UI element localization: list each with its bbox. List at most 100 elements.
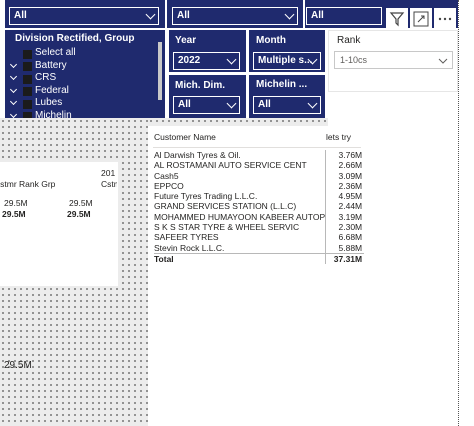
table-row[interactable]: Al Darwish Tyres & Oil. 3.76M — [154, 150, 364, 161]
division-item-select-all[interactable]: Select all — [7, 47, 157, 60]
customer-name-cell: Future Tyres Trading L.L.C. — [154, 191, 327, 202]
mich-dim-slicer: Mich. Dim. All — [169, 75, 246, 118]
customer-name-cell: Al Darwish Tyres & Oil. — [154, 150, 327, 161]
customer-name-cell: Cash5 — [154, 170, 327, 181]
checkbox[interactable] — [23, 74, 32, 84]
left-table-cell: 29.5M — [4, 360, 32, 371]
header-divider — [153, 147, 361, 148]
total-value: 37.31M — [325, 252, 365, 265]
division-item-label: Select all — [35, 47, 76, 58]
customer-name-cell: GRAND SERVICES STATION (L.L.C) — [154, 201, 327, 212]
checkbox[interactable] — [23, 112, 32, 118]
chevron-down-icon — [145, 9, 156, 20]
focus-mode-button[interactable] — [410, 8, 432, 30]
left-table-card: Cstmr Rank Grp 201 Cstmr 29.5M 29.5M 29.… — [0, 162, 118, 371]
division-scrollbar[interactable] — [158, 42, 162, 100]
canvas-right-border — [458, 0, 459, 426]
customer-table-header-value: lets try — [326, 132, 352, 142]
division-slicer-title: Division Rectified, Group — [15, 33, 135, 44]
customer-name-cell: EPPCO — [154, 180, 327, 192]
checkbox[interactable] — [23, 99, 32, 109]
left-table-total-cell: 29.5M — [67, 209, 91, 219]
chevron-down-icon — [438, 58, 448, 64]
top-slicer-2-value: All — [177, 10, 190, 21]
table-row[interactable]: Future Tyres Trading L.L.C. 4.95M — [154, 191, 364, 202]
division-item-label: CRS — [35, 72, 57, 83]
division-item-crs[interactable]: CRS — [7, 72, 157, 85]
division-item-federal[interactable]: Federal — [7, 85, 157, 98]
michelin-dropdown[interactable]: All — [253, 96, 321, 114]
table-row[interactable]: SAFEER TYRES 6.68M — [154, 232, 364, 243]
division-slicer: Division Rectified, Group Select all Bat… — [5, 30, 165, 118]
month-slicer-title: Month — [256, 35, 286, 46]
more-options-icon — [438, 17, 452, 21]
division-item-battery[interactable]: Battery — [7, 60, 157, 73]
total-row: Total 37.31M — [154, 252, 365, 265]
table-row[interactable]: AL ROSTAMANI AUTO SERVICE CENT 2.66M — [154, 160, 364, 171]
customer-value-cell: 3.19M — [338, 211, 363, 222]
customer-name-cell: Stevin Rock L.L.C. — [154, 242, 327, 254]
division-item-michelin[interactable]: Michelin — [7, 110, 157, 118]
total-label: Total — [154, 252, 327, 265]
table-row[interactable]: Stevin Rock L.L.C. 5.88M — [154, 242, 364, 254]
expand-chevron-icon[interactable] — [9, 110, 18, 118]
customer-value-cell: 5.88M — [338, 242, 363, 253]
rank-dropdown[interactable]: 1-10cs — [334, 51, 453, 69]
top-slicer-3-value: All — [311, 10, 324, 21]
month-slicer: Month Multiple s... — [249, 30, 325, 72]
left-table-cell: 29.5M — [69, 198, 93, 208]
expand-chevron-icon[interactable] — [9, 60, 18, 68]
division-item-label: Federal — [35, 84, 69, 96]
customer-table: Al Darwish Tyres & Oil. 3.76M AL ROSTAMANI… — [154, 150, 365, 265]
chevron-down-icon — [226, 54, 237, 65]
filter-button[interactable] — [386, 8, 408, 30]
michelin-slicer-title: Michelin ... — [256, 79, 308, 90]
table-row[interactable]: EPPCO 2.36M — [154, 180, 364, 192]
year-slicer: Year 2022 — [169, 30, 246, 72]
expand-chevron-icon[interactable] — [9, 97, 18, 106]
table-row[interactable]: S K S STAR TYRE & WHEEL SERVIC 2.30M — [154, 222, 364, 233]
top-slicer-3-dropdown[interactable]: All — [306, 7, 382, 25]
division-item-label: Lubes — [35, 97, 63, 108]
customer-value-cell: 2.66M — [338, 160, 363, 171]
division-item-lubes[interactable]: Lubes — [7, 97, 157, 110]
top-slicer-2-dropdown[interactable]: All — [172, 7, 298, 25]
customer-value-cell: 2.36M — [338, 180, 363, 191]
rank-value: 1-10cs — [340, 55, 368, 65]
customer-name-cell: AL ROSTAMANI AUTO SERVICE CENT — [154, 160, 327, 171]
michelin-slicer: Michelin ... All — [249, 75, 325, 118]
mich-dim-value: All — [178, 99, 191, 110]
division-item-label: Battery — [35, 59, 67, 71]
mich-dim-dropdown[interactable]: All — [173, 96, 240, 114]
checkbox[interactable] — [23, 62, 32, 71]
table-row[interactable]: MOHAMMED HUMAYOON KABEER AUTOP 3.19M — [154, 211, 364, 223]
customer-value-cell: 6.68M — [338, 232, 363, 243]
customer-value-cell: 2.44M — [338, 201, 363, 212]
left-table-cell: 29.5M — [4, 198, 28, 208]
rank-slicer-title: Rank — [337, 35, 361, 46]
table-row[interactable]: Cash5 3.09M — [154, 170, 364, 181]
expand-chevron-icon[interactable] — [9, 72, 18, 81]
table-row[interactable]: GRAND SERVICES STATION (L.L.C) 2.44M — [154, 201, 364, 212]
more-options-button[interactable] — [434, 8, 456, 30]
michelin-value: All — [258, 99, 271, 110]
top-slicer-1-dropdown[interactable]: All — [9, 7, 159, 25]
chevron-down-icon — [284, 9, 295, 20]
customer-value-cell: 3.76M — [338, 150, 363, 160]
customer-table-card: Customer Name lets try Al Darwish Tyres … — [148, 126, 458, 426]
customer-name-cell: SAFEER TYRES — [154, 232, 327, 243]
division-list: Select all Battery CRS Federal Lubes Mic… — [7, 47, 157, 118]
top-slicer-1-value: All — [14, 10, 27, 21]
expand-chevron-icon[interactable] — [9, 85, 18, 93]
customer-name-cell: MOHAMMED HUMAYOON KABEER AUTOP — [154, 211, 327, 223]
checkbox[interactable] — [23, 49, 32, 59]
checkbox[interactable] — [23, 87, 32, 96]
mich-dim-slicer-title: Mich. Dim. — [175, 80, 226, 91]
left-table-header-1: Cstmr Rank Grp — [0, 179, 56, 189]
customer-table-header-name: Customer Name — [154, 132, 216, 142]
customer-value-cell: 4.95M — [338, 191, 363, 202]
month-dropdown[interactable]: Multiple s... — [253, 52, 321, 70]
customer-value-cell: 2.30M — [338, 222, 363, 233]
year-dropdown[interactable]: 2022 — [173, 52, 240, 70]
year-value: 2022 — [178, 55, 201, 66]
